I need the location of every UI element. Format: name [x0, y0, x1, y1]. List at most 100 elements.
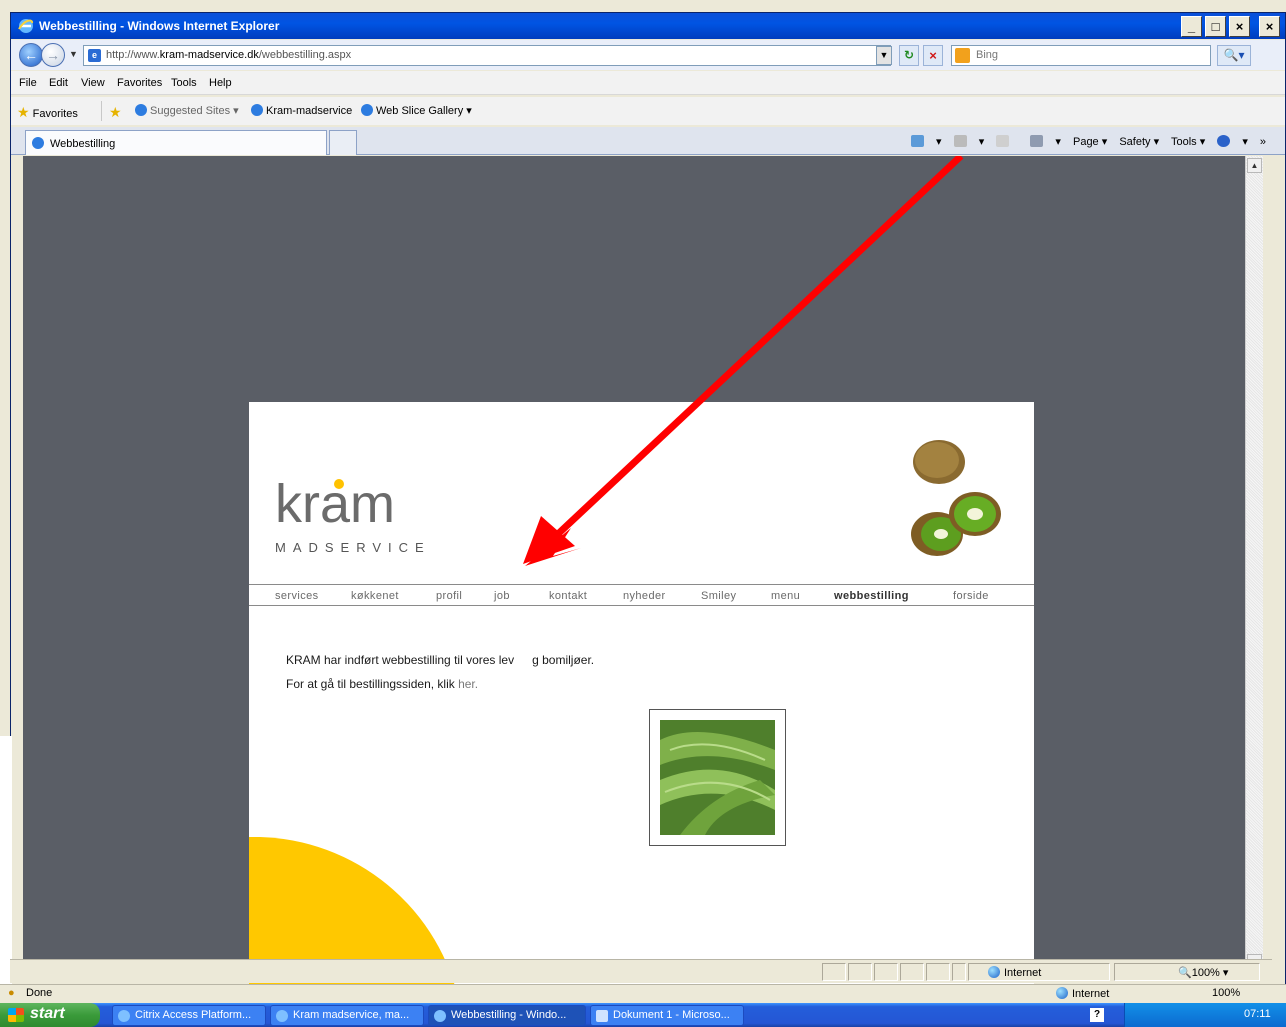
background-strip	[0, 736, 12, 996]
web-slice-gallery-link[interactable]: Web Slice Gallery ▾	[361, 104, 472, 117]
status-cell	[848, 963, 872, 981]
kiwi-image	[911, 440, 1001, 556]
menu-favorites[interactable]: Favorites	[117, 77, 162, 89]
bing-icon	[955, 48, 970, 63]
tab-row: Webbestilling ▾ ▾ ▾ Page ▾ Safety ▾ Tool…	[11, 127, 1285, 155]
tools-menu[interactable]: Tools ▾	[1171, 136, 1205, 148]
minimize-button[interactable]: _	[1181, 16, 1202, 37]
windows-flag-icon	[8, 1008, 24, 1022]
status-bar: Internet 🔍100% ▾	[10, 959, 1272, 983]
mail-icon[interactable]	[996, 135, 1018, 148]
menu-help[interactable]: Help	[209, 77, 232, 89]
chevron-right-icon[interactable]: »	[1260, 136, 1266, 148]
status-cell	[874, 963, 898, 981]
background-zoom-level[interactable]: 100%	[1212, 987, 1240, 999]
taskbar: start Citrix Access Platform... Kram mad…	[0, 1003, 1286, 1027]
star-icon: ★	[17, 104, 30, 120]
clock: 07:11	[1244, 1008, 1271, 1020]
maximize-button[interactable]: □	[1205, 16, 1226, 37]
menu-view[interactable]: View	[81, 77, 105, 89]
nav-kontakt[interactable]: kontakt	[549, 590, 587, 602]
leaf-photo-frame	[649, 709, 786, 846]
tab-title: Webbestilling	[50, 138, 116, 150]
kram-website: kram MADSERVICE services køkkenet profil…	[249, 402, 1034, 996]
nav-webbestilling[interactable]: webbestilling	[834, 590, 909, 602]
search-button[interactable]: 🔍▾	[1217, 45, 1251, 66]
ie-logo-icon	[18, 19, 34, 33]
status-cell	[952, 963, 966, 981]
new-tab-button[interactable]	[329, 130, 357, 155]
command-bar: ▾ ▾ ▾ Page ▾ Safety ▾ Tools ▾ ▾ »	[911, 135, 1275, 148]
help-icon[interactable]: ?	[1090, 1008, 1104, 1022]
status-cell	[926, 963, 950, 981]
help-icon[interactable]: ▾	[1217, 135, 1248, 148]
kram-logo: kram	[275, 474, 395, 532]
suggested-sites-link[interactable]: Suggested Sites ▾	[135, 104, 239, 117]
start-label: start	[30, 1005, 65, 1022]
order-link[interactable]: her.	[458, 677, 478, 691]
status-done: Done	[26, 987, 53, 999]
scroll-up-icon[interactable]: ▲	[1247, 158, 1262, 173]
security-zone[interactable]: Internet	[988, 966, 1041, 979]
home-icon[interactable]: ▾	[911, 135, 942, 148]
globe-icon	[988, 966, 1000, 978]
favorites-button[interactable]: ★ Favorites	[17, 104, 78, 121]
forward-button[interactable]: →	[41, 43, 65, 67]
close-button[interactable]: ×	[1229, 16, 1250, 37]
background-status-bar: ● Done Internet 100%	[0, 984, 1286, 1002]
menu-bar: File Edit View Favorites Tools Help	[11, 71, 1285, 95]
chevron-down-icon[interactable]: ▼	[69, 49, 78, 59]
url-text: http://www.kram-madservice.dk/webbestill…	[106, 49, 352, 61]
stop-button[interactable]: ×	[923, 45, 943, 66]
order-instruction: For at gå til bestillingssiden, klik her…	[286, 677, 479, 691]
taskbar-citrix[interactable]: Citrix Access Platform...	[112, 1005, 266, 1026]
start-button[interactable]: start	[0, 1003, 100, 1027]
address-row: ← → ▼ e http://www.kram-madservice.dk/we…	[11, 40, 1285, 70]
page-viewport[interactable]: kram MADSERVICE services køkkenet profil…	[23, 156, 1245, 996]
globe-icon	[1056, 987, 1068, 999]
page-menu[interactable]: Page ▾	[1073, 136, 1107, 148]
taskbar-dokument[interactable]: Dokument 1 - Microso...	[590, 1005, 744, 1026]
print-icon[interactable]: ▾	[1030, 135, 1061, 148]
logo-subtitle: MADSERVICE	[275, 540, 431, 555]
nav-kokkenet[interactable]: køkkenet	[351, 590, 399, 602]
address-dropdown-button[interactable]: ▼	[876, 46, 892, 65]
site-navigation: services køkkenet profil job kontakt nyh…	[249, 584, 1034, 606]
refresh-button[interactable]: ↻	[899, 45, 919, 66]
nav-forside[interactable]: forside	[953, 590, 989, 602]
close-icon[interactable]: ×	[1259, 16, 1280, 37]
tab-webbestilling[interactable]: Webbestilling	[25, 130, 327, 155]
nav-job[interactable]: job	[494, 590, 510, 602]
zoom-level[interactable]: 🔍100% ▾	[1178, 966, 1228, 979]
nav-profil[interactable]: profil	[436, 590, 462, 602]
menu-file[interactable]: File	[19, 77, 37, 89]
title-bar[interactable]: Webbestilling - Windows Internet Explore…	[11, 13, 1285, 39]
nav-smiley[interactable]: Smiley	[701, 590, 736, 602]
menu-tools[interactable]: Tools	[171, 77, 197, 89]
taskbar-kram[interactable]: Kram madservice, ma...	[270, 1005, 424, 1026]
status-cell	[900, 963, 924, 981]
menu-edit[interactable]: Edit	[49, 77, 68, 89]
search-input[interactable]: Bing	[951, 45, 1211, 66]
safety-menu[interactable]: Safety ▾	[1119, 136, 1159, 148]
vertical-scrollbar[interactable]: ▲ ▼	[1245, 156, 1263, 972]
kram-madservice-link[interactable]: Kram-madservice	[251, 104, 352, 117]
status-cell	[822, 963, 846, 981]
address-input[interactable]: e http://www.kram-madservice.dk/webbesti…	[83, 45, 891, 66]
search-placeholder: Bing	[976, 49, 999, 61]
ie-tab-icon	[32, 137, 44, 149]
window-title: Webbestilling - Windows Internet Explore…	[39, 19, 280, 33]
feeds-icon[interactable]: ▾	[953, 135, 984, 148]
favorites-bar: ★ Favorites ★ Suggested Sites ▾ Kram-mad…	[11, 97, 1285, 125]
background-security-zone[interactable]: Internet	[1056, 987, 1109, 1000]
taskbar-webbestilling[interactable]: Webbestilling - Windo...	[428, 1005, 586, 1026]
back-button[interactable]: ←	[19, 43, 43, 67]
page-icon: e	[88, 49, 101, 62]
nav-services[interactable]: services	[275, 590, 319, 602]
intro-text: KRAM har indført webbestilling til vores…	[286, 653, 595, 667]
nav-nyheder[interactable]: nyheder	[623, 590, 666, 602]
ie-window: Webbestilling - Windows Internet Explore…	[10, 12, 1286, 996]
warning-icon: ●	[8, 987, 15, 999]
nav-menu[interactable]: menu	[771, 590, 800, 602]
add-favorite-icon[interactable]: ★	[109, 104, 122, 121]
